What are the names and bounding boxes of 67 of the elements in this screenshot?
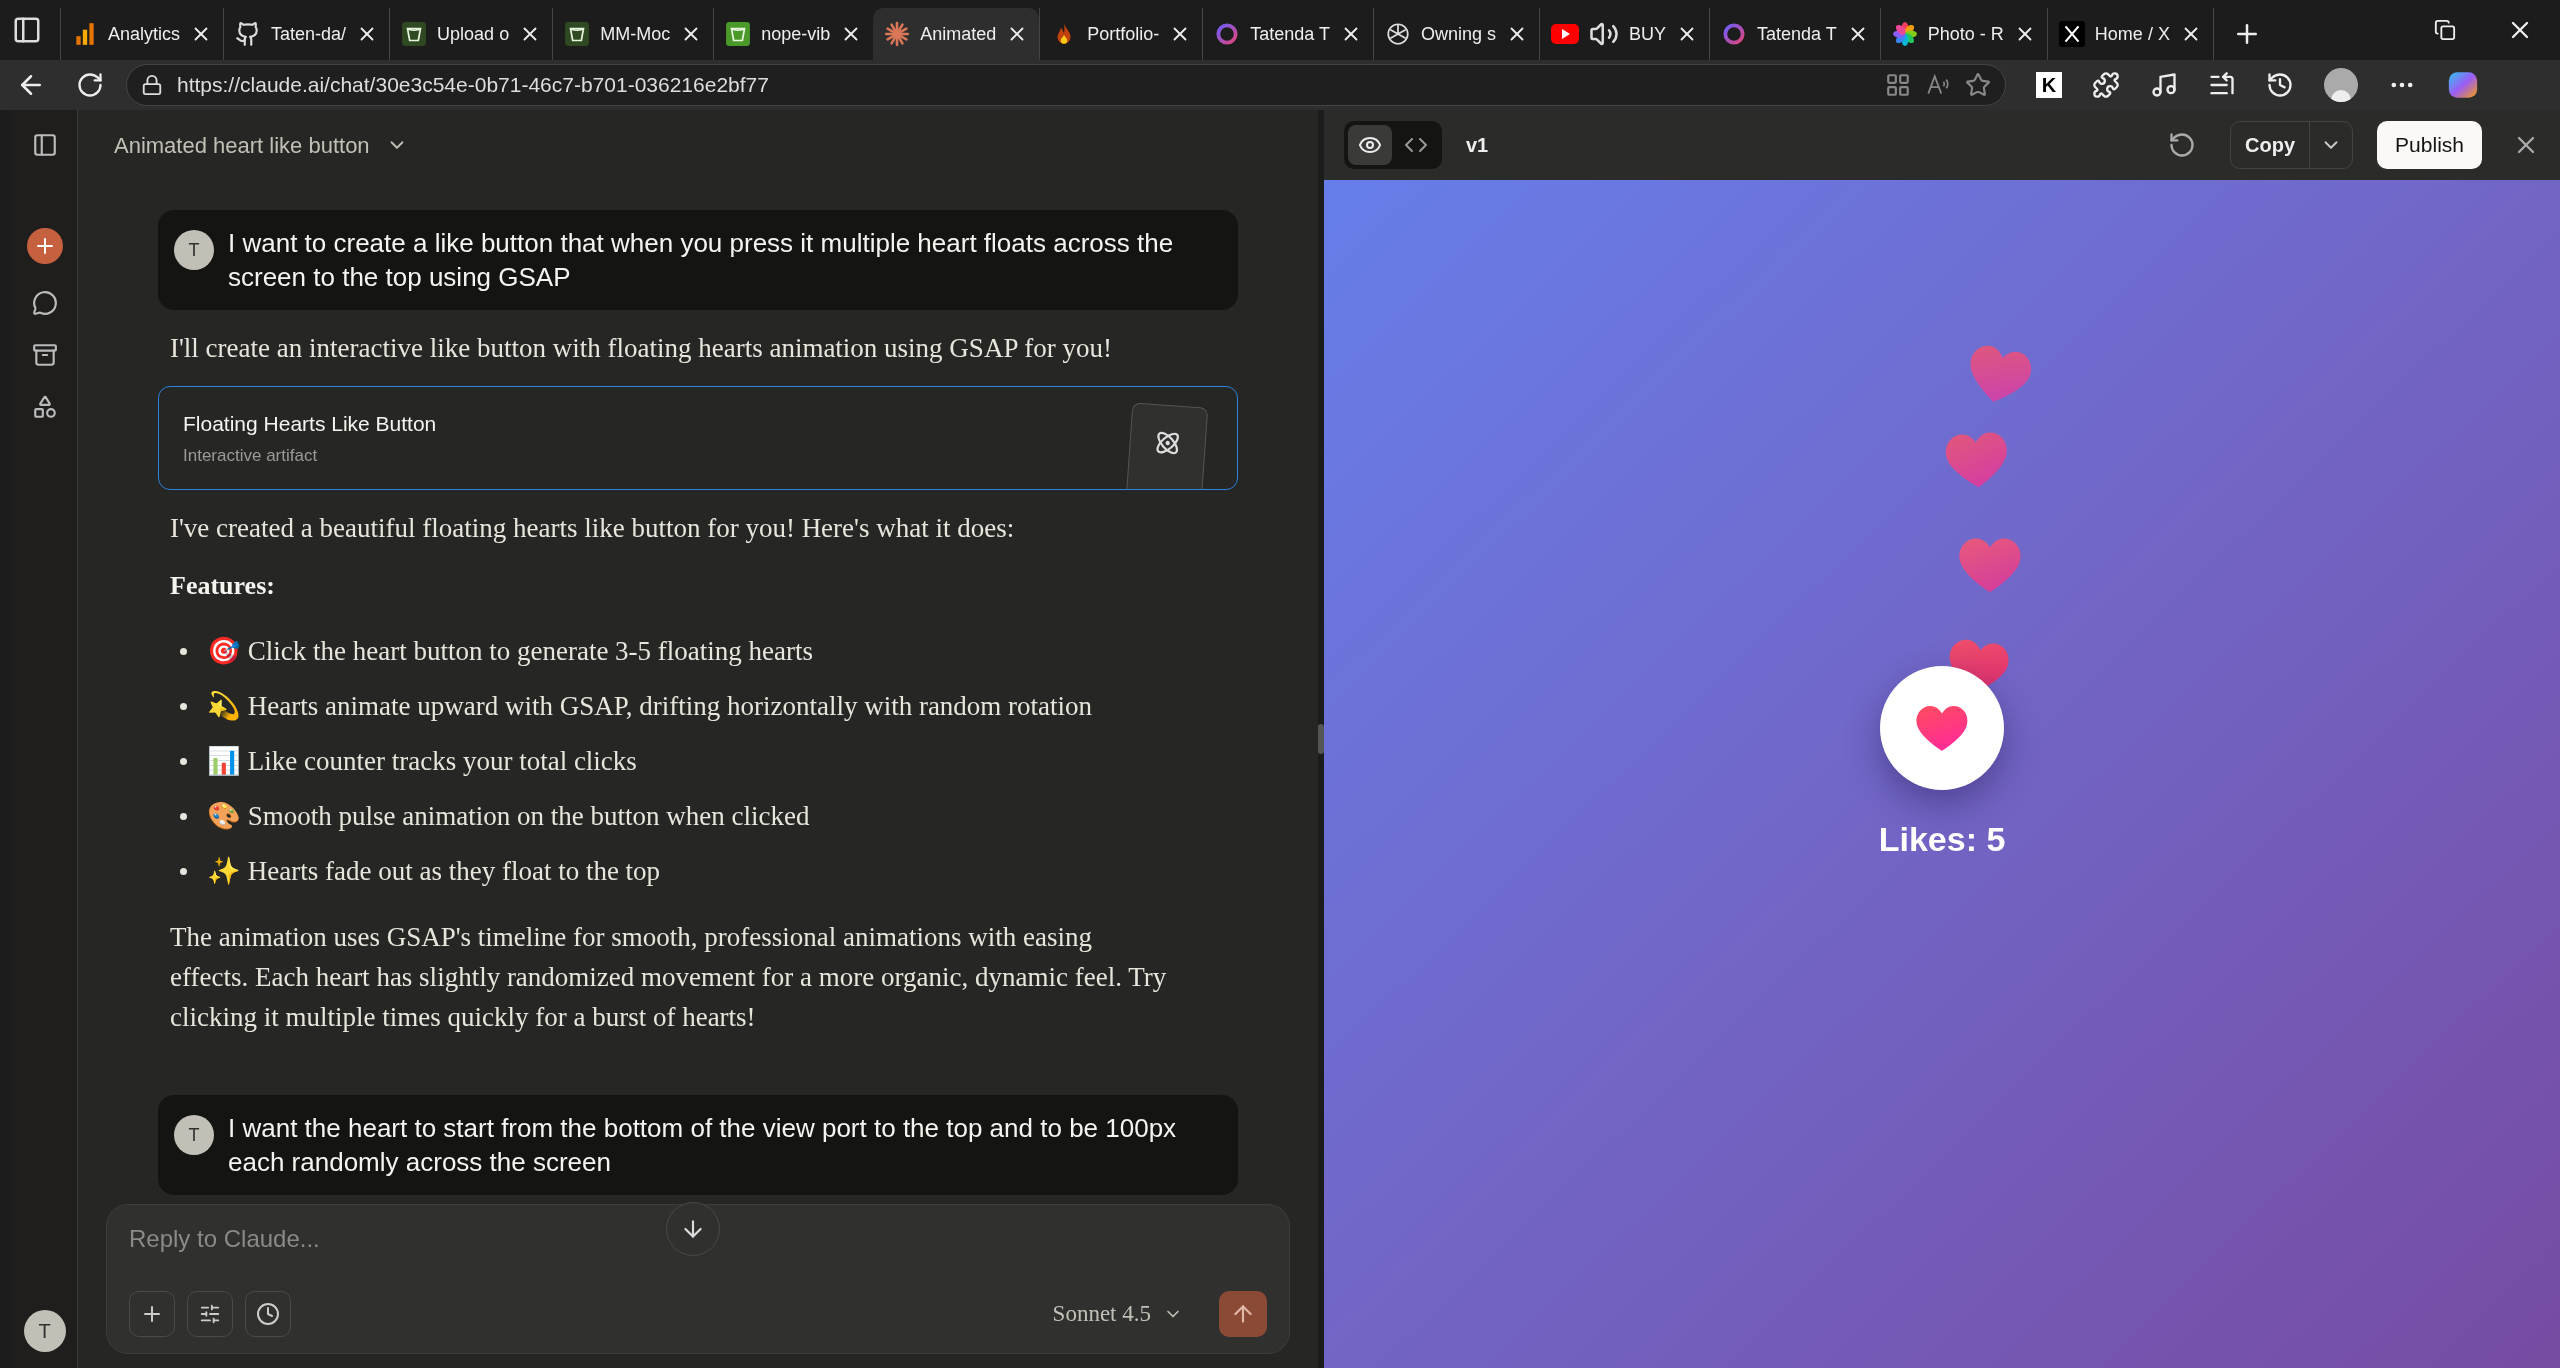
knot-logo-icon [1385, 21, 1411, 47]
account-avatar[interactable]: T [23, 1310, 66, 1352]
restore-icon[interactable] [2434, 19, 2456, 41]
user-avatar: T [174, 230, 214, 270]
artifact-title: Floating Hearts Like Button [183, 410, 437, 437]
feature-item: ✨ Hearts fade out as they float to the top [207, 855, 661, 889]
feature-item: 🎯 Click the heart button to generate 3-5 floating hearts [207, 635, 814, 669]
bucket-icon [725, 21, 752, 47]
bullet-icon [180, 703, 187, 710]
feature-item: 📊 Like counter tracks your total clicks [207, 745, 637, 779]
version-label: v1 [1466, 133, 1489, 158]
bullet-icon [180, 648, 187, 655]
apps-icon[interactable] [1885, 72, 1911, 98]
artifact-subtitle: Interactive artifact [183, 445, 319, 467]
sidebar-toggle-icon[interactable] [31, 132, 58, 158]
artifact-card[interactable]: Floating Hearts Like Button Interactive artifact [158, 386, 1238, 490]
atom-icon [1153, 429, 1182, 457]
bullet-icon [180, 758, 187, 765]
resize-handle[interactable] [1318, 724, 1324, 754]
chats-icon[interactable] [31, 290, 58, 316]
tab-actions-icon[interactable] [12, 15, 42, 45]
lock-icon [141, 74, 163, 96]
user-message-text: I want the heart to start from the bottom of the view port to the top and to be 100px each randomly across the screen [228, 1112, 1178, 1179]
profile-avatar[interactable] [2324, 68, 2358, 102]
bucket-icon [564, 21, 591, 47]
x-logo-icon [2058, 21, 2085, 47]
sliders-icon [199, 1303, 221, 1325]
add-button[interactable] [129, 1291, 175, 1337]
bullet-icon [180, 868, 187, 875]
url-text: https://claude.ai/chat/30e3c54e-0b71-46c7-b701-036216e2bf77 [177, 72, 770, 99]
user-avatar: T [174, 1115, 214, 1155]
browser-tab[interactable]: Animated [873, 8, 1040, 60]
refresh-icon[interactable] [2168, 131, 2197, 159]
reload-icon[interactable] [76, 71, 104, 99]
model-selector[interactable]: Sonnet 4.5 [1052, 1296, 1151, 1332]
play-logo-icon [1551, 24, 1580, 44]
extension-k-logo[interactable]: K [2036, 72, 2062, 98]
heart-icon [1914, 703, 1970, 753]
reply-input[interactable]: Reply to Claude... [129, 1221, 1267, 1257]
projects-icon[interactable] [31, 342, 58, 368]
petals-icon [1891, 21, 1918, 47]
history-button[interactable] [245, 1291, 291, 1337]
extensions-icon[interactable] [2092, 71, 2120, 99]
preview-tab[interactable] [1348, 125, 1392, 165]
address-bar[interactable]: https://claude.ai/chat/30e3c54e-0b71-46c7-b701-036216e2bf77 [126, 64, 2006, 106]
assistant-paragraph: I've created a beautiful floating hearts like button for you! Here's what it does: [169, 512, 1016, 545]
music-icon[interactable] [2150, 71, 2178, 99]
chat-title[interactable]: Animated heart like button [114, 128, 370, 162]
tools-button[interactable] [187, 1291, 233, 1337]
user-message-text: I want to create a like button that when you press it multiple heart floats across the screen to the top using GSAP [228, 227, 1175, 294]
send-button[interactable] [1219, 1291, 1267, 1337]
starburst-icon [884, 21, 911, 47]
favorite-star-icon[interactable] [1965, 72, 1991, 98]
artifacts-icon[interactable] [31, 394, 58, 420]
feature-item: 💫 Hearts animate upward with GSAP, drifting horizontally with random rotation [207, 690, 1093, 724]
publish-button[interactable]: Publish [2377, 121, 2482, 169]
assistant-paragraph: I'll create an interactive like button with floating hearts animation using GSAP for you! [169, 332, 1113, 365]
features-heading: Features: [169, 570, 276, 602]
history-icon[interactable] [2266, 71, 2294, 99]
bullet-icon [180, 813, 187, 820]
new-chat-button[interactable] [26, 228, 63, 264]
assistant-paragraph: The animation uses GSAP's timeline for smooth, professional animations with easing effects. Each heart has slightly randomized movement for a more organic, dynamic feel. Try clicking it multiple times quickly for a burst of hearts! [169, 921, 1168, 1034]
clock-icon [256, 1302, 280, 1326]
copy-button[interactable]: Copy [2231, 122, 2311, 168]
bucket-icon [401, 21, 428, 47]
feature-item: 🎨 Smooth pulse animation on the button when clicked [207, 800, 810, 834]
likes-counter: Likes: 5 [1878, 819, 2006, 860]
